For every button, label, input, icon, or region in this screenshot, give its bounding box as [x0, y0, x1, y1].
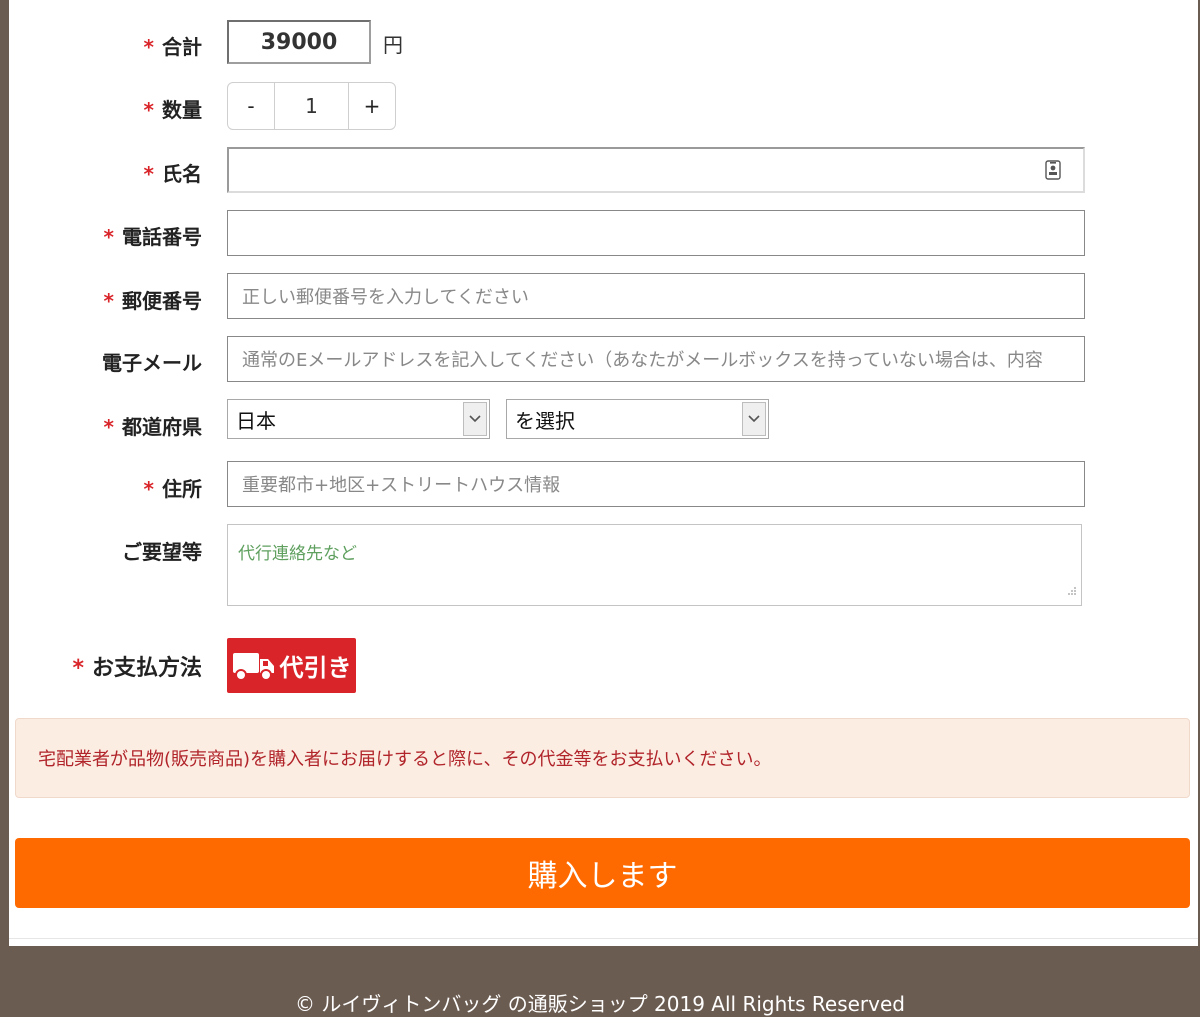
phone-input[interactable] [227, 210, 1085, 256]
name-label: * 氏名 [143, 162, 202, 186]
address-label: * 住所 [143, 477, 202, 501]
contact-card-icon[interactable] [1045, 160, 1061, 185]
email-label: 電子メール [102, 351, 202, 375]
postal-label: * 郵便番号 [103, 289, 202, 313]
address-input[interactable]: 重要都市+地区+ストリートハウス情報 [227, 461, 1085, 507]
total-unit: 円 [383, 33, 403, 57]
cod-payment-label: 代引き [279, 654, 352, 682]
quantity-increment-button[interactable]: + [349, 83, 395, 129]
chevron-down-icon [463, 402, 487, 436]
total-value: 39000 [227, 20, 371, 64]
footer-copyright: © ルイヴィトンバッグ の通販ショップ 2019 All Rights Rese… [294, 992, 905, 1016]
resize-handle-icon[interactable] [1067, 581, 1077, 601]
payment-notice: 宅配業者が品物(販売商品)を購入者にお届けすると際に、その代金等をお支払いくださ… [15, 718, 1190, 798]
notes-label: ご要望等 [122, 540, 202, 564]
cod-payment-button[interactable]: 代引き [227, 638, 356, 693]
country-select-value: 日本 [236, 408, 276, 433]
country-select[interactable]: 日本 [227, 399, 490, 439]
name-input[interactable] [227, 147, 1085, 193]
prefecture-select-value: を選択 [515, 408, 575, 433]
prefecture-label: * 都道府県 [103, 415, 202, 439]
quantity-decrement-button[interactable]: - [228, 83, 274, 129]
divider [9, 938, 1198, 939]
notes-placeholder: 代行連絡先など [238, 544, 357, 564]
postal-input[interactable]: 正しい郵便番号を入力してください [227, 273, 1085, 319]
purchase-button[interactable]: 購入します [15, 838, 1190, 908]
total-label: * 合計 [143, 35, 202, 59]
prefecture-select[interactable]: を選択 [506, 399, 769, 439]
email-input[interactable]: 通常のEメールアドレスを記入してください（あなたがメールボックスを持っていない場… [227, 336, 1085, 382]
quantity-value[interactable]: 1 [274, 83, 349, 129]
phone-label: * 電話番号 [103, 225, 202, 249]
quantity-stepper: - 1 + [227, 82, 396, 130]
payment-label: * お支払方法 [72, 656, 202, 681]
truck-icon [232, 650, 276, 682]
chevron-down-icon [742, 402, 766, 436]
notes-textarea[interactable]: 代行連絡先など [227, 524, 1082, 606]
quantity-label: * 数量 [143, 98, 202, 122]
